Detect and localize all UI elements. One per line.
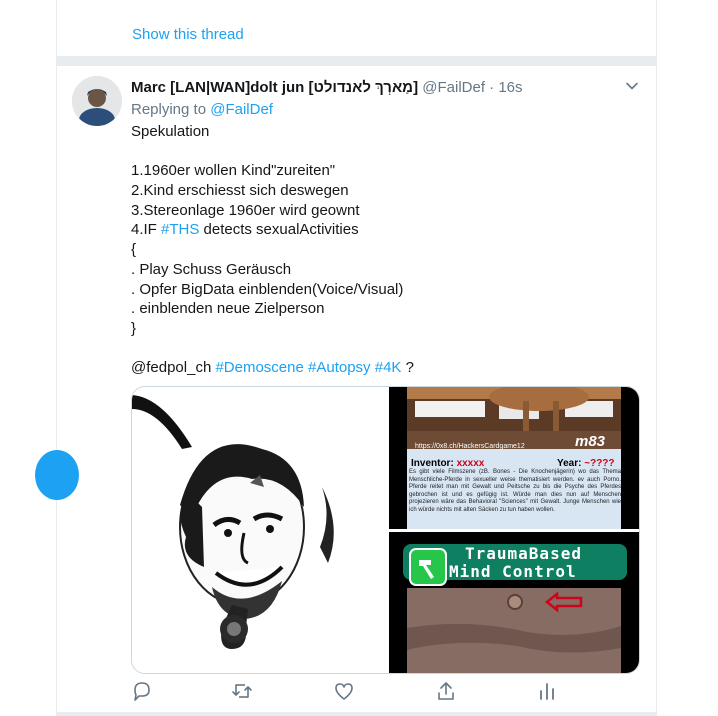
media-image-card2[interactable]: TraumaBased Mind Control [389,532,639,673]
timestamp[interactable]: 16s [498,79,522,96]
text-line: @fedpol_ch #Demoscene #Autopsy #4K ? [131,358,631,378]
card1-year: Year: ~???? [557,458,615,469]
text-fragment: 4.IF [131,221,162,239]
card2-title-line2: Mind Control [449,562,577,581]
tweet-actions [131,680,554,704]
text-line [131,339,631,359]
text-line [131,142,631,162]
user-handle[interactable]: @FailDef [422,79,485,96]
replying-to: Replying to @FailDef [131,101,273,118]
text-line: { [131,241,137,259]
card1-url: https://0x8.ch/HackersCardgame12 [415,443,525,450]
hashtag-demoscene[interactable]: #Demoscene [215,359,303,376]
card1-inventor: Inventor: xxxxx [411,458,484,469]
media-grid: https://0x8.ch/HackersCardgame12 m83 Inv… [131,386,640,674]
media-image-card1[interactable]: https://0x8.ch/HackersCardgame12 m83 Inv… [389,387,639,529]
text-fragment: ? [401,359,414,377]
text-line: Spekulation [131,123,210,140]
text-line: . einblenden neue Zielperson [131,300,325,318]
card1-inventor-label: Inventor: [411,458,454,469]
avatar-image [72,76,122,126]
hashtag-autopsy[interactable]: #Autopsy [308,359,371,376]
hammer-icon [409,548,447,586]
face-illustration [132,395,334,649]
card1-tag: m83 [575,433,606,450]
display-name[interactable]: Marc [LAN|WAN]dolt jun [מַארְךְ לאנדולט] [131,79,418,96]
hashtag-ths[interactable]: #THS [161,221,199,238]
card1-year-label: Year: [557,458,582,469]
chevron-down-icon[interactable] [624,78,640,94]
card1-body-text: Es gibt viele Filmszene (zB. Bones - Die… [409,469,621,513]
card1-year-value: ~???? [584,458,615,469]
bottom-separator [57,712,656,716]
tweet-text: Spekulation 1.1960er wollen Kind"zureite… [131,122,631,378]
media-image-face[interactable] [132,387,386,673]
text-fragment: @fedpol_ch [131,359,216,377]
reply-icon[interactable] [131,680,153,702]
card1-inventor-value: xxxxx [456,458,485,469]
analytics-icon[interactable] [536,680,558,702]
text-line: . Opfer BigData einblenden(Voice/Visual) [131,280,404,298]
text-line: 2.Kind erschiesst sich deswegen [131,182,349,200]
text-line: . Play Schuss Geräusch [131,260,292,278]
tweet-header: Marc [LAN|WAN]dolt jun [מַארְךְ לאנדולט]… [131,79,523,96]
thread-separator [57,56,656,66]
hashtag-4k[interactable]: #4K [375,359,402,376]
replying-mention[interactable]: @FailDef [210,101,273,118]
replying-prefix: Replying to [131,101,207,118]
text-line: } [131,319,137,337]
text-line: 3.Stereonlage 1960er wird geownt [131,201,360,219]
show-thread-link[interactable]: Show this thread [132,26,244,43]
separator-dot: · [489,79,495,96]
text-fragment: detects sexualActivities [199,221,359,239]
share-icon[interactable] [435,680,457,702]
retweet-icon[interactable] [231,680,253,702]
floating-blue-button[interactable] [35,450,79,500]
card2-metal-texture [407,588,621,673]
heart-icon[interactable] [333,680,355,702]
text-line: 4.IF #THS detects sexualActivities [131,220,631,240]
text-line: 1.1960er wollen Kind"zureiten" [131,162,336,180]
card2-title-line1: TraumaBased [465,544,582,563]
card2-texture-art [407,588,621,673]
avatar[interactable] [72,76,122,126]
